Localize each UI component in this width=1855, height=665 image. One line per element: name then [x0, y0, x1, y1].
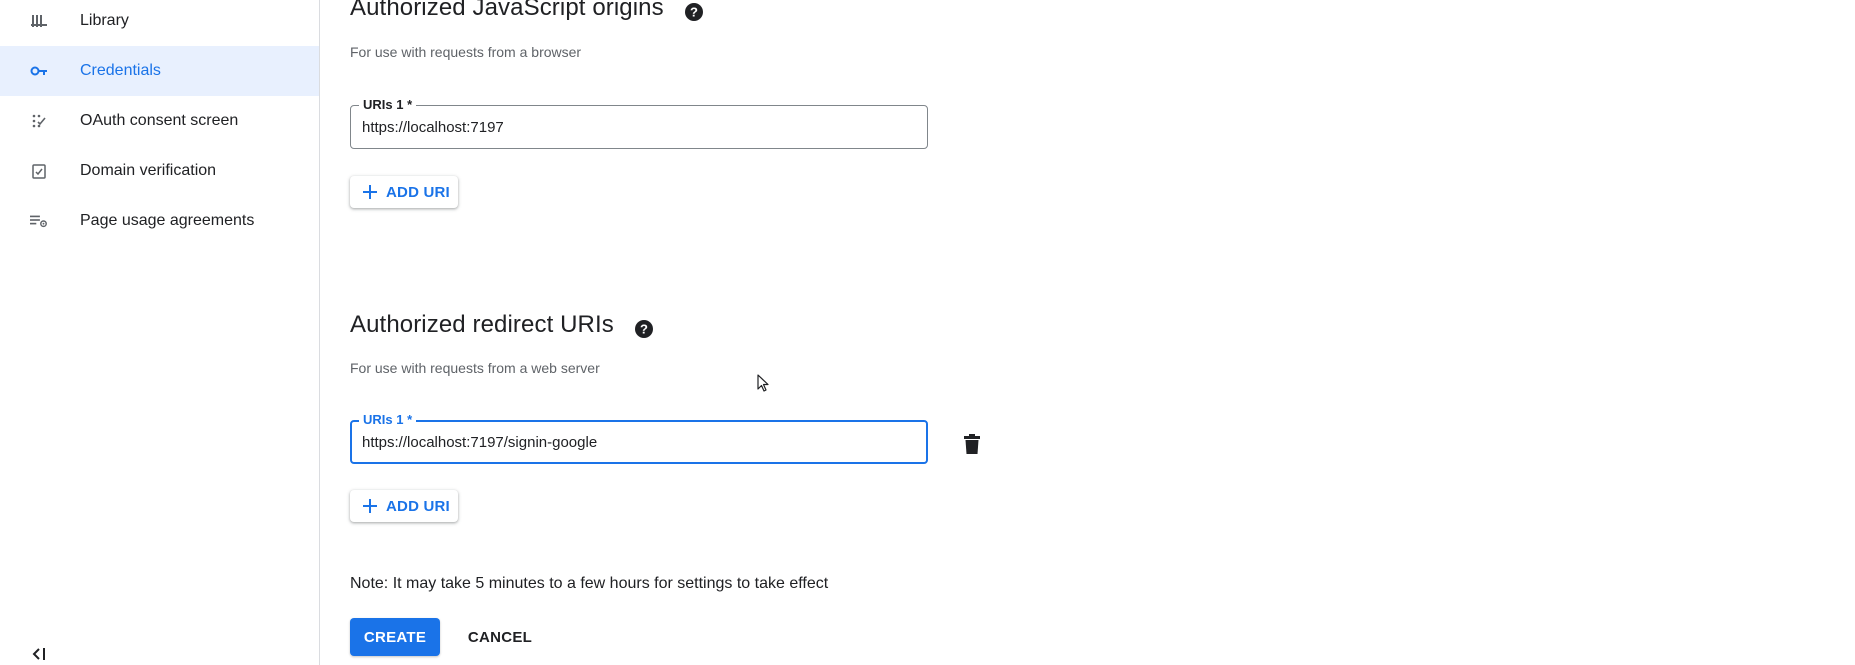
- mouse-cursor-icon: [757, 374, 771, 394]
- section-title-js-origins: Authorized JavaScript origins ?: [350, 0, 703, 22]
- domain-check-icon: [30, 162, 48, 180]
- delete-uri-icon[interactable]: [961, 433, 983, 455]
- sidebar-item-label: Library: [80, 12, 129, 29]
- plus-icon: [362, 184, 378, 200]
- key-icon: [30, 62, 48, 80]
- collapse-sidebar-icon[interactable]: [30, 645, 48, 663]
- js-origin-uri-field[interactable]: URIs 1 *: [350, 97, 928, 149]
- cancel-button[interactable]: CANCEL: [460, 618, 540, 656]
- sidebar-item-library[interactable]: Library: [0, 0, 319, 46]
- sidebar-item-label: Credentials: [80, 62, 161, 79]
- sidebar-item-label: Domain verification: [80, 162, 217, 179]
- main-content: Authorized JavaScript origins ? For use …: [320, 0, 1855, 665]
- svg-text:?: ?: [689, 4, 697, 19]
- redirect-uri-input[interactable]: [362, 422, 916, 462]
- sidebar-item-credentials[interactable]: Credentials: [0, 46, 319, 96]
- add-js-origin-uri-button[interactable]: ADD URI: [350, 176, 458, 208]
- svg-text:?: ?: [640, 321, 648, 336]
- plus-icon: [362, 498, 378, 514]
- sidebar: Library Credentials OAuth consent screen: [0, 0, 320, 665]
- sidebar-item-label: OAuth consent screen: [80, 112, 239, 129]
- sidebar-item-label: Page usage agreements: [80, 212, 255, 229]
- consent-icon: [30, 112, 48, 130]
- sidebar-item-oauth-consent[interactable]: OAuth consent screen: [0, 96, 319, 146]
- settings-note: Note: It may take 5 minutes to a few hou…: [350, 575, 829, 592]
- sidebar-item-page-usage[interactable]: Page usage agreements: [0, 196, 319, 246]
- redirect-uri-field[interactable]: URIs 1 *: [350, 412, 928, 464]
- create-button[interactable]: CREATE: [350, 618, 440, 656]
- help-icon[interactable]: ?: [684, 0, 703, 21]
- section-subtitle: For use with requests from a browser: [350, 44, 582, 60]
- library-icon: [30, 12, 48, 30]
- section-title-redirect-uris: Authorized redirect URIs ?: [350, 311, 653, 339]
- sidebar-item-domain-verification[interactable]: Domain verification: [0, 146, 319, 196]
- add-redirect-uri-button[interactable]: ADD URI: [350, 490, 458, 522]
- section-subtitle: For use with requests from a web server: [350, 360, 600, 376]
- help-icon[interactable]: ?: [634, 317, 653, 338]
- js-origin-uri-input[interactable]: [362, 106, 917, 148]
- list-settings-icon: [30, 212, 48, 230]
